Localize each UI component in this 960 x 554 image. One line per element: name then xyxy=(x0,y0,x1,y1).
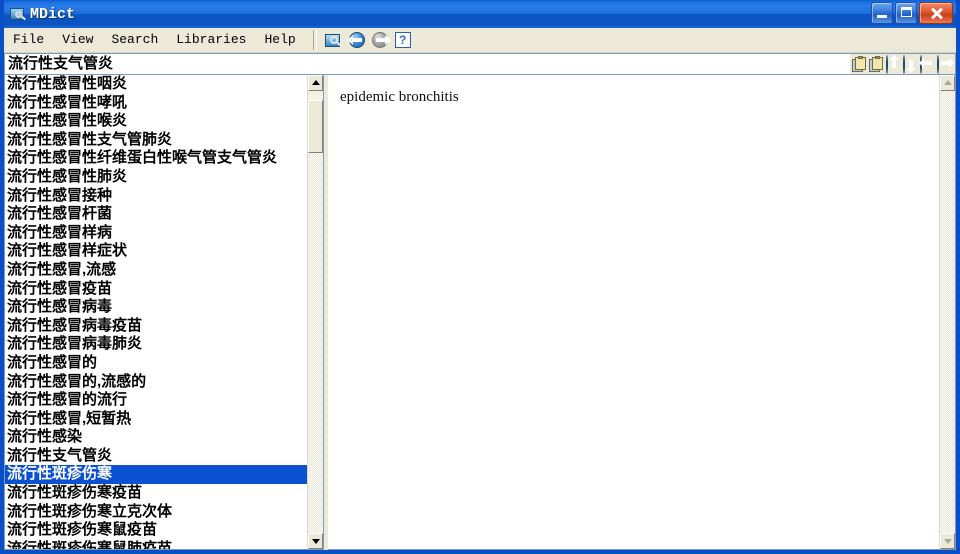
wordlist-item[interactable]: 流行性支气管炎 xyxy=(5,447,307,466)
search-input[interactable]: 流行性支气管炎 xyxy=(4,53,850,75)
definition-pane: epidemic bronchitis xyxy=(328,75,956,550)
wordlist-scroll-down-button[interactable] xyxy=(308,533,323,549)
wordlist-scrollbar[interactable] xyxy=(307,75,323,549)
definition-scroll-track[interactable] xyxy=(940,91,955,533)
menu-bar: File View Search Libraries Help ? xyxy=(4,28,956,53)
wordlist-item[interactable]: 流行性斑疹伤寒疫苗 xyxy=(5,484,307,503)
application-window: MDict File View Search Libraries Help ? … xyxy=(0,0,960,554)
menu-item-libraries[interactable]: Libraries xyxy=(167,30,255,50)
definition-text: epidemic bronchitis xyxy=(340,89,459,105)
wordlist-item[interactable]: 流行性感冒性哮吼 xyxy=(5,94,307,113)
wordlist-item[interactable]: 流行性感冒,流感 xyxy=(5,261,307,280)
wordlist-item[interactable]: 流行性感冒性喉炎 xyxy=(5,112,307,131)
wordlist-item[interactable]: 流行性感冒病毒 xyxy=(5,298,307,317)
wordlist-item[interactable]: 流行性斑疹伤寒鼠肺疫苗 xyxy=(5,540,307,549)
toolbar: ? xyxy=(323,32,411,49)
wordlist-item[interactable]: 流行性斑疹伤寒立克次体 xyxy=(5,503,307,522)
menu-item-view[interactable]: View xyxy=(53,30,102,50)
window-title: MDict xyxy=(30,5,76,23)
history-back-icon[interactable] xyxy=(919,55,936,74)
search-toolbar xyxy=(850,53,956,75)
wordlist-item[interactable]: 流行性感冒性纤维蛋白性喉气管支气管炎 xyxy=(5,149,307,168)
wordlist-item[interactable]: 流行性感染 xyxy=(5,428,307,447)
close-button[interactable] xyxy=(919,2,953,24)
wordlist-item[interactable]: 流行性感冒性支气管肺炎 xyxy=(5,131,307,150)
menu-item-file[interactable]: File xyxy=(4,30,53,50)
copy-icon[interactable] xyxy=(852,56,868,72)
wordlist-item[interactable]: 流行性感冒病毒疫苗 xyxy=(5,317,307,336)
wordlist-item[interactable]: 流行性斑疹伤寒 xyxy=(5,465,307,485)
search-bar: 流行性支气管炎 xyxy=(4,53,956,75)
menu-item-search[interactable]: Search xyxy=(102,30,167,50)
back-arrow-icon[interactable] xyxy=(346,32,365,48)
history-forward-icon[interactable] xyxy=(937,55,954,74)
definition-scroll-down-button[interactable] xyxy=(940,533,955,549)
wordlist-scroll-thumb[interactable] xyxy=(308,100,323,153)
search-dictionary-icon[interactable] xyxy=(324,32,342,49)
scroll-down-icon[interactable] xyxy=(903,55,919,74)
wordlist-item[interactable]: 流行性感冒病毒肺炎 xyxy=(5,335,307,354)
minimize-button[interactable] xyxy=(871,2,893,24)
wordlist-scroll-track[interactable] xyxy=(308,91,323,533)
main-split: 流行性感冒性咽炎 流行性感冒性哮吼 流行性感冒性喉炎 流行性感冒性支气管肺炎 流行性感冒… xyxy=(4,75,956,550)
wordlist-item[interactable]: 流行性感冒性咽炎 xyxy=(5,75,307,94)
wordlist-item[interactable]: 流行性感冒性肺炎 xyxy=(5,168,307,187)
wordlist-pane: 流行性感冒性咽炎 流行性感冒性哮吼 流行性感冒性喉炎 流行性感冒性支气管肺炎 流行性感冒… xyxy=(4,75,324,550)
search-input-value: 流行性支气管炎 xyxy=(8,55,114,72)
wordlist-item[interactable]: 流行性斑疹伤寒鼠疫苗 xyxy=(5,521,307,540)
dictionary-book-icon xyxy=(10,6,27,22)
paste-icon[interactable] xyxy=(869,56,885,72)
wordlist-scroll-up-button[interactable] xyxy=(308,75,323,91)
toolbar-separator xyxy=(312,30,317,50)
maximize-button[interactable] xyxy=(895,2,917,24)
wordlist-item[interactable]: 流行性感冒,短暂热 xyxy=(5,410,307,429)
wordlist-item[interactable]: 流行性感冒样病 xyxy=(5,224,307,243)
title-bar: MDict xyxy=(4,0,956,28)
forward-arrow-icon[interactable] xyxy=(371,32,391,48)
definition-scroll-up-button[interactable] xyxy=(940,75,955,91)
menu-item-help[interactable]: Help xyxy=(255,30,304,50)
scroll-up-icon[interactable] xyxy=(886,55,902,74)
definition-content: epidemic bronchitis xyxy=(328,75,939,549)
window-controls xyxy=(871,2,953,24)
wordlist[interactable]: 流行性感冒性咽炎 流行性感冒性哮吼 流行性感冒性喉炎 流行性感冒性支气管肺炎 流行性感冒… xyxy=(5,75,307,549)
wordlist-item[interactable]: 流行性感冒杆菌 xyxy=(5,205,307,224)
wordlist-item[interactable]: 流行性感冒疫苗 xyxy=(5,280,307,299)
help-icon[interactable]: ? xyxy=(394,32,411,48)
wordlist-item[interactable]: 流行性感冒接种 xyxy=(5,187,307,206)
wordlist-item[interactable]: 流行性感冒样症状 xyxy=(5,242,307,261)
wordlist-item[interactable]: 流行性感冒的 xyxy=(5,354,307,373)
wordlist-item[interactable]: 流行性感冒的流行 xyxy=(5,391,307,410)
wordlist-item[interactable]: 流行性感冒的,流感的 xyxy=(5,373,307,392)
definition-scrollbar[interactable] xyxy=(939,75,955,549)
